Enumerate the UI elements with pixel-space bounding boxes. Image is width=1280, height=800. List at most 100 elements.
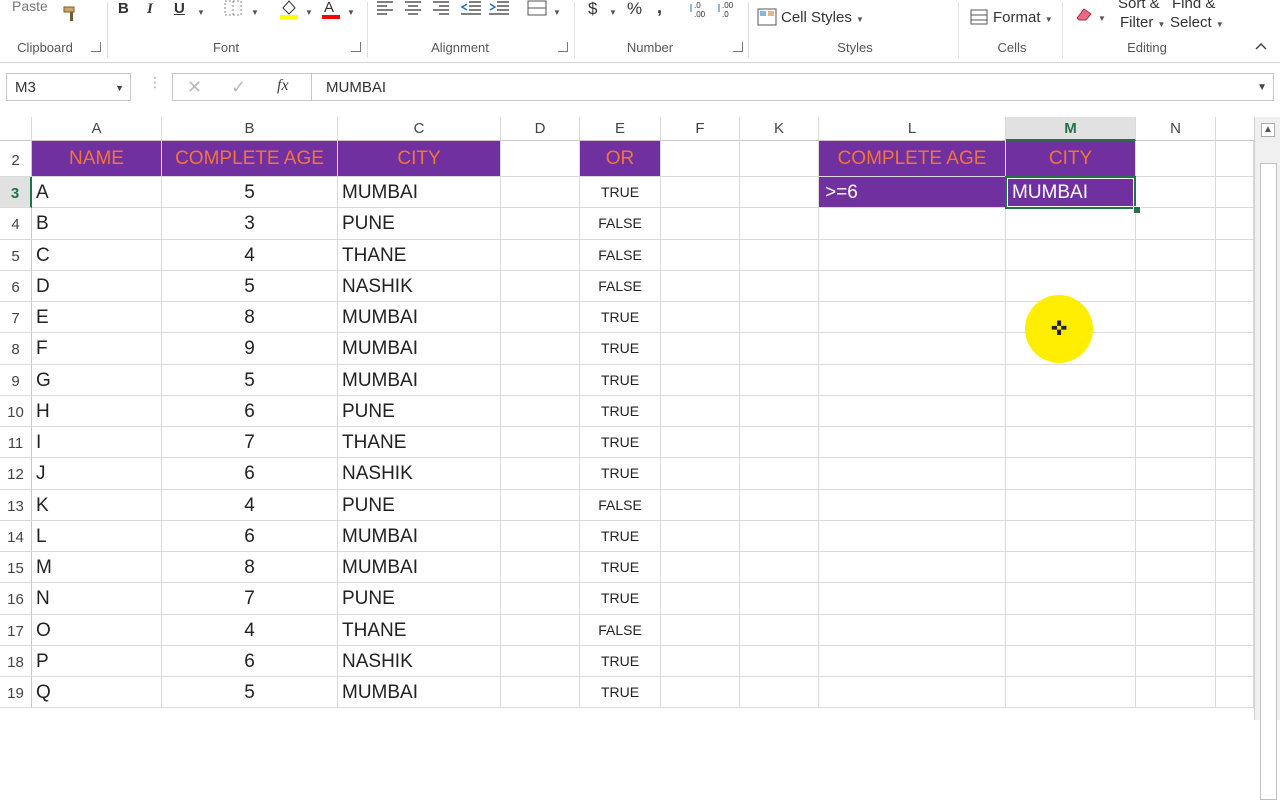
cell-f18[interactable] [661,645,740,677]
cell-n9[interactable] [1136,364,1216,396]
row-header-18[interactable]: 18 [0,645,32,677]
insert-function-button[interactable]: fx [277,77,289,95]
row-header-16[interactable]: 16 [0,583,32,615]
cell-m11[interactable] [1006,427,1136,459]
city-cell[interactable]: PUNE [338,583,501,615]
cell-n5[interactable] [1136,239,1216,271]
underline-button[interactable]: U [174,0,185,18]
city-cell[interactable]: MUMBAI [338,333,501,365]
header-cell-age[interactable]: COMPLETE AGE [162,141,338,177]
city-cell[interactable]: PUNE [338,395,501,427]
increase-decimal-icon[interactable]: .0.00 [690,0,712,23]
cell-d12[interactable] [501,458,580,490]
cell-d4[interactable] [501,208,580,240]
row-header-12[interactable]: 12 [0,458,32,490]
cell-l6[interactable] [819,270,1006,302]
cell-k15[interactable] [740,552,819,584]
cell-x11[interactable] [1216,427,1254,459]
fill-handle[interactable] [1133,206,1141,215]
cell-n16[interactable] [1136,583,1216,615]
cell-x17[interactable] [1216,614,1254,646]
cell-l15[interactable] [819,552,1006,584]
cell-m14[interactable] [1006,520,1136,552]
cell-k17[interactable] [740,614,819,646]
age-cell[interactable]: 4 [162,239,338,271]
header-cell-name[interactable]: NAME [32,141,162,177]
cell-f3[interactable] [661,177,740,209]
sort-filter-label-line1[interactable]: Sort & [1118,0,1160,12]
cell-f10[interactable] [661,395,740,427]
cell-n13[interactable] [1136,489,1216,521]
city-cell[interactable]: MUMBAI [338,552,501,584]
cell-n7[interactable] [1136,302,1216,334]
cell-f2[interactable] [661,141,740,177]
cell-l12[interactable] [819,458,1006,490]
align-right-icon[interactable] [432,0,450,21]
age-cell[interactable]: 5 [162,270,338,302]
column-header-b[interactable]: B [162,117,338,141]
cell-x9[interactable] [1216,364,1254,396]
name-cell[interactable]: K [32,489,162,521]
column-header-a[interactable]: A [32,117,162,141]
cell-d9[interactable] [501,364,580,396]
header-cell-or[interactable]: OR [580,141,661,177]
fill-color-dropdown-icon[interactable]: ▼ [305,2,313,22]
increase-indent-icon[interactable] [488,0,510,21]
name-cell[interactable]: G [32,364,162,396]
row-header-5[interactable]: 5 [0,239,32,271]
name-cell[interactable]: P [32,645,162,677]
cell-x16[interactable] [1216,583,1254,615]
column-header-k[interactable]: K [740,117,819,141]
city-cell[interactable]: NASHIK [338,458,501,490]
decrease-indent-icon[interactable] [460,0,482,21]
row-header-7[interactable]: 7 [0,302,32,334]
find-select-label-line1[interactable]: Find & [1172,0,1215,12]
cell-l11[interactable] [819,427,1006,459]
cell-f7[interactable] [661,302,740,334]
cell-k14[interactable] [740,520,819,552]
name-cell[interactable]: L [32,520,162,552]
cell-l7[interactable] [819,302,1006,334]
cell-f11[interactable] [661,427,740,459]
cell-m4[interactable] [1006,208,1136,240]
cell-d2[interactable] [501,141,580,177]
column-header-n[interactable]: N [1136,117,1216,141]
cell-x14[interactable] [1216,520,1254,552]
splitter-dots-icon[interactable]: ⋮ [148,75,162,95]
cell-k2[interactable] [740,141,819,177]
city-cell[interactable]: THANE [338,239,501,271]
cell-x18[interactable] [1216,645,1254,677]
cell-m12[interactable] [1006,458,1136,490]
or-result-cell[interactable]: TRUE [580,177,661,209]
name-cell[interactable]: B [32,208,162,240]
cell-n11[interactable] [1136,427,1216,459]
name-cell[interactable]: A [32,177,162,209]
row-header-14[interactable]: 14 [0,520,32,552]
or-result-cell[interactable]: FALSE [580,489,661,521]
sort-filter-button[interactable]: Filter ▼ [1120,15,1165,33]
row-header-19[interactable]: 19 [0,677,32,709]
or-result-cell[interactable]: TRUE [580,645,661,677]
paste-button-label[interactable]: Paste [12,0,48,14]
percent-button[interactable]: % [627,0,642,18]
cell-f12[interactable] [661,458,740,490]
row-header-6[interactable]: 6 [0,270,32,302]
name-cell[interactable]: D [32,270,162,302]
cell-n6[interactable] [1136,270,1216,302]
cell-k3[interactable] [740,177,819,209]
or-result-cell[interactable]: FALSE [580,614,661,646]
cell-k4[interactable] [740,208,819,240]
cell-x13[interactable] [1216,489,1254,521]
age-cell[interactable]: 8 [162,302,338,334]
cell-x2[interactable] [1216,141,1254,177]
cell-f15[interactable] [661,552,740,584]
age-cell[interactable]: 6 [162,458,338,490]
currency-button[interactable]: $ [588,0,597,18]
cell-m13[interactable] [1006,489,1136,521]
or-result-cell[interactable]: FALSE [580,270,661,302]
cell-n8[interactable] [1136,333,1216,365]
city-cell[interactable]: PUNE [338,489,501,521]
alignment-launcher-icon[interactable] [558,42,568,52]
cell-styles-icon[interactable] [757,8,777,31]
name-cell[interactable]: O [32,614,162,646]
